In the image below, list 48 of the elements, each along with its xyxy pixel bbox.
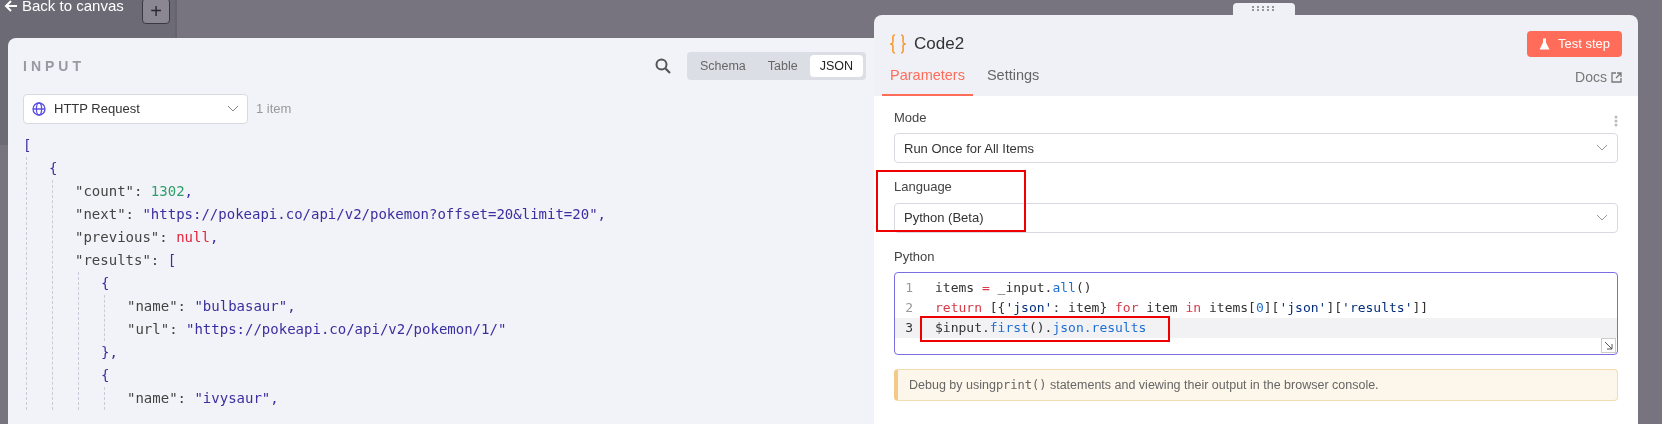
field-label: Mode	[894, 108, 927, 127]
globe-icon	[32, 102, 46, 116]
dropdown-select[interactable]: Python (Beta)	[894, 202, 1618, 233]
external-link-icon	[1611, 71, 1622, 83]
flask-icon	[1538, 38, 1550, 50]
dropdown-select[interactable]: Run Once for All Items	[894, 133, 1618, 164]
view-tab[interactable]: Schema	[689, 55, 756, 77]
back-link[interactable]: Back to canvas	[22, 0, 124, 18]
test-step-button[interactable]: Test step	[1526, 31, 1622, 57]
view-tab[interactable]: Table	[757, 55, 808, 77]
field-label: Python	[894, 247, 936, 266]
line-number: 3	[904, 319, 914, 338]
line-number: 2	[904, 299, 914, 318]
back-arrow-icon	[4, 0, 18, 14]
json-line: "previous": null,	[75, 229, 219, 245]
json-line: },	[101, 344, 118, 360]
resize-handle-icon[interactable]	[1601, 338, 1616, 354]
json-line: "count": 1302,	[75, 183, 193, 199]
item-count: 1 item	[256, 100, 292, 119]
source-select[interactable]: HTTP Request	[23, 94, 248, 124]
chevron-down-icon	[1596, 213, 1608, 222]
add-button[interactable]: +	[142, 0, 170, 24]
json-line: "results": [	[75, 252, 177, 268]
view-tab[interactable]: JSON	[809, 55, 863, 77]
json-line: "next": "https://pokeapi.co/api/v2/pokemon?offset=20&limit=20",	[75, 206, 607, 222]
json-line: [	[23, 137, 32, 153]
field-label: Language	[894, 178, 952, 197]
chevron-down-icon	[1596, 144, 1608, 153]
code-braces-icon	[890, 34, 906, 54]
panel-tab[interactable]: Settings	[978, 65, 1048, 96]
panel-title: INPUT	[23, 56, 85, 76]
chevron-down-icon	[227, 105, 239, 113]
json-line: {	[101, 275, 110, 291]
drag-handle[interactable]	[1233, 3, 1295, 15]
code-line: items = _input.all()	[935, 279, 1092, 298]
json-line: "url": "https://pokeapi.co/api/v2/pokemon/1/"	[127, 321, 507, 337]
json-line: {	[49, 160, 58, 176]
debug-notice: Debug by usingprint() statements and viewing their output in the browser console.	[894, 369, 1618, 402]
docs-link[interactable]: Docs	[1575, 66, 1622, 96]
code-line: $input.first().json.results	[935, 319, 1147, 338]
line-number: 1	[904, 279, 914, 298]
node-title: Code2	[914, 33, 965, 56]
json-line: {	[101, 367, 110, 383]
json-line: "name": "bulbasaur",	[127, 298, 296, 314]
code-line: return [{'json': item} for item in items[0]['json']['results']]	[935, 299, 1429, 318]
search-icon[interactable]	[654, 58, 671, 74]
json-line: "name": "ivysaur",	[127, 390, 279, 406]
code-editor[interactable]: 1 items = _input.all() 2 return [{'json': item} for item in items[0]['json']['results']] 3 $input.first().json.results	[894, 272, 1618, 356]
